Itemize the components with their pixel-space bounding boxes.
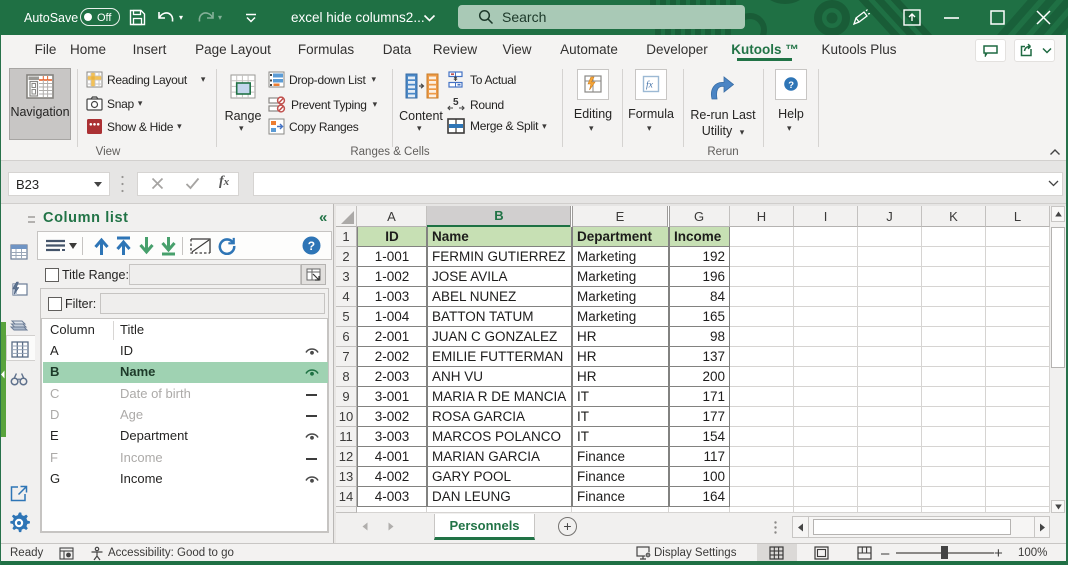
svg-text:fx: fx: [646, 80, 654, 91]
svg-text:5: 5: [453, 97, 459, 108]
svg-text:?: ?: [788, 80, 794, 91]
svg-text:?: ?: [308, 239, 315, 253]
